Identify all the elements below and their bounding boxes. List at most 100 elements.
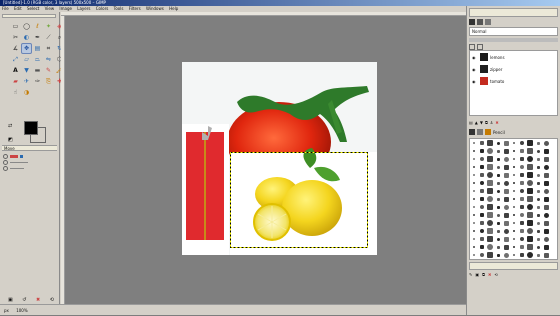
- brush-item[interactable]: [534, 227, 542, 235]
- brush-item[interactable]: [470, 235, 478, 243]
- color-picker-tool-icon[interactable]: ⟋: [44, 33, 53, 42]
- brush-item[interactable]: [534, 203, 542, 211]
- brush-item[interactable]: [510, 203, 518, 211]
- menu-colors[interactable]: Colors: [96, 6, 109, 11]
- brush-item[interactable]: [526, 243, 534, 251]
- brush-item[interactable]: [502, 195, 510, 203]
- pencil-tool-icon[interactable]: ✎: [44, 66, 53, 75]
- brush-item[interactable]: [526, 235, 534, 243]
- brush-item[interactable]: [518, 155, 526, 163]
- brush-item[interactable]: [478, 195, 486, 203]
- brush-item[interactable]: [526, 195, 534, 203]
- brush-item[interactable]: [502, 235, 510, 243]
- brush-item[interactable]: [534, 251, 542, 259]
- delete-brush-icon[interactable]: ✖: [488, 272, 491, 280]
- brush-item[interactable]: [478, 163, 486, 171]
- brush-item[interactable]: [470, 187, 478, 195]
- brush-item[interactable]: [478, 227, 486, 235]
- menu-select[interactable]: Select: [27, 6, 39, 11]
- edit-brush-icon[interactable]: ✎: [469, 272, 472, 280]
- brush-item[interactable]: [494, 155, 502, 163]
- fuzzy-select-tool-icon[interactable]: ✦: [44, 22, 53, 31]
- brush-item[interactable]: [486, 163, 494, 171]
- brush-item[interactable]: [534, 219, 542, 227]
- brush-item[interactable]: [470, 227, 478, 235]
- brush-item[interactable]: [542, 147, 550, 155]
- dock-image-selector[interactable]: [469, 8, 558, 17]
- brush-item[interactable]: [526, 155, 534, 163]
- layer-row[interactable]: ◉ zipper: [470, 63, 557, 75]
- brush-item[interactable]: [486, 155, 494, 163]
- brush-item[interactable]: [502, 227, 510, 235]
- brush-item[interactable]: [542, 155, 550, 163]
- layer-mode-select[interactable]: Normal: [469, 27, 558, 36]
- brush-item[interactable]: [478, 243, 486, 251]
- brush-item[interactable]: [518, 163, 526, 171]
- brush-item[interactable]: [494, 187, 502, 195]
- brush-item[interactable]: [494, 219, 502, 227]
- menu-layers[interactable]: Layers: [77, 6, 90, 11]
- brush-item[interactable]: [494, 195, 502, 203]
- measure-tool-icon[interactable]: ∡: [11, 44, 20, 53]
- brush-item[interactable]: [526, 211, 534, 219]
- free-select-tool-icon[interactable]: ℓ: [33, 22, 42, 31]
- brush-item[interactable]: [502, 243, 510, 251]
- brush-item[interactable]: [470, 171, 478, 179]
- brush-item[interactable]: [518, 179, 526, 187]
- brush-item[interactable]: [518, 243, 526, 251]
- brush-item[interactable]: [542, 251, 550, 259]
- save-options-icon[interactable]: ▣: [8, 297, 13, 304]
- brush-item[interactable]: [502, 251, 510, 259]
- brush-item[interactable]: [534, 171, 542, 179]
- brush-item[interactable]: [494, 235, 502, 243]
- brush-item[interactable]: [526, 163, 534, 171]
- brush-item[interactable]: [502, 155, 510, 163]
- brush-item[interactable]: [542, 163, 550, 171]
- brush-item[interactable]: [518, 227, 526, 235]
- brush-item[interactable]: [494, 211, 502, 219]
- bucket-fill-tool-icon[interactable]: ▼: [22, 66, 31, 75]
- brush-item[interactable]: [510, 235, 518, 243]
- brush-item[interactable]: [518, 251, 526, 259]
- brush-item[interactable]: [478, 155, 486, 163]
- brush-item[interactable]: [494, 251, 502, 259]
- menu-tools[interactable]: Tools: [114, 6, 124, 11]
- brush-item[interactable]: [542, 187, 550, 195]
- brush-item[interactable]: [518, 187, 526, 195]
- opacity-slider[interactable]: [469, 38, 558, 42]
- brush-item[interactable]: [534, 163, 542, 171]
- smudge-tool-icon[interactable]: ☝: [11, 88, 20, 97]
- layers-tab-icon[interactable]: [469, 19, 475, 25]
- brush-item[interactable]: [518, 139, 526, 147]
- brush-item[interactable]: [478, 235, 486, 243]
- perspective-tool-icon[interactable]: ⏢: [33, 55, 42, 64]
- brush-item[interactable]: [534, 179, 542, 187]
- brush-item[interactable]: [486, 203, 494, 211]
- brush-item[interactable]: [542, 139, 550, 147]
- restore-options-icon[interactable]: ↺: [22, 297, 26, 304]
- brush-item[interactable]: [470, 251, 478, 259]
- brush-item[interactable]: [510, 195, 518, 203]
- brush-item[interactable]: [502, 219, 510, 227]
- brush-item[interactable]: [486, 187, 494, 195]
- brush-item[interactable]: [470, 155, 478, 163]
- brush-item[interactable]: [494, 171, 502, 179]
- menu-image[interactable]: Image: [59, 6, 72, 11]
- brush-item[interactable]: [494, 243, 502, 251]
- refresh-brushes-icon[interactable]: ⟲: [494, 272, 497, 280]
- text-tool-icon[interactable]: A: [11, 66, 20, 75]
- brush-item[interactable]: [518, 219, 526, 227]
- brush-item[interactable]: [486, 171, 494, 179]
- default-colors-icon[interactable]: ◩: [8, 137, 13, 143]
- layer-name[interactable]: lemons: [490, 55, 505, 60]
- brush-item[interactable]: [486, 195, 494, 203]
- brush-item[interactable]: [526, 171, 534, 179]
- brush-item[interactable]: [486, 227, 494, 235]
- brush-item[interactable]: [534, 147, 542, 155]
- channels-tab-icon[interactable]: [477, 19, 483, 25]
- brush-item[interactable]: [478, 171, 486, 179]
- lower-layer-icon[interactable]: ▼: [480, 120, 483, 125]
- brush-item[interactable]: [518, 211, 526, 219]
- brush-item[interactable]: [526, 227, 534, 235]
- brush-item[interactable]: [470, 139, 478, 147]
